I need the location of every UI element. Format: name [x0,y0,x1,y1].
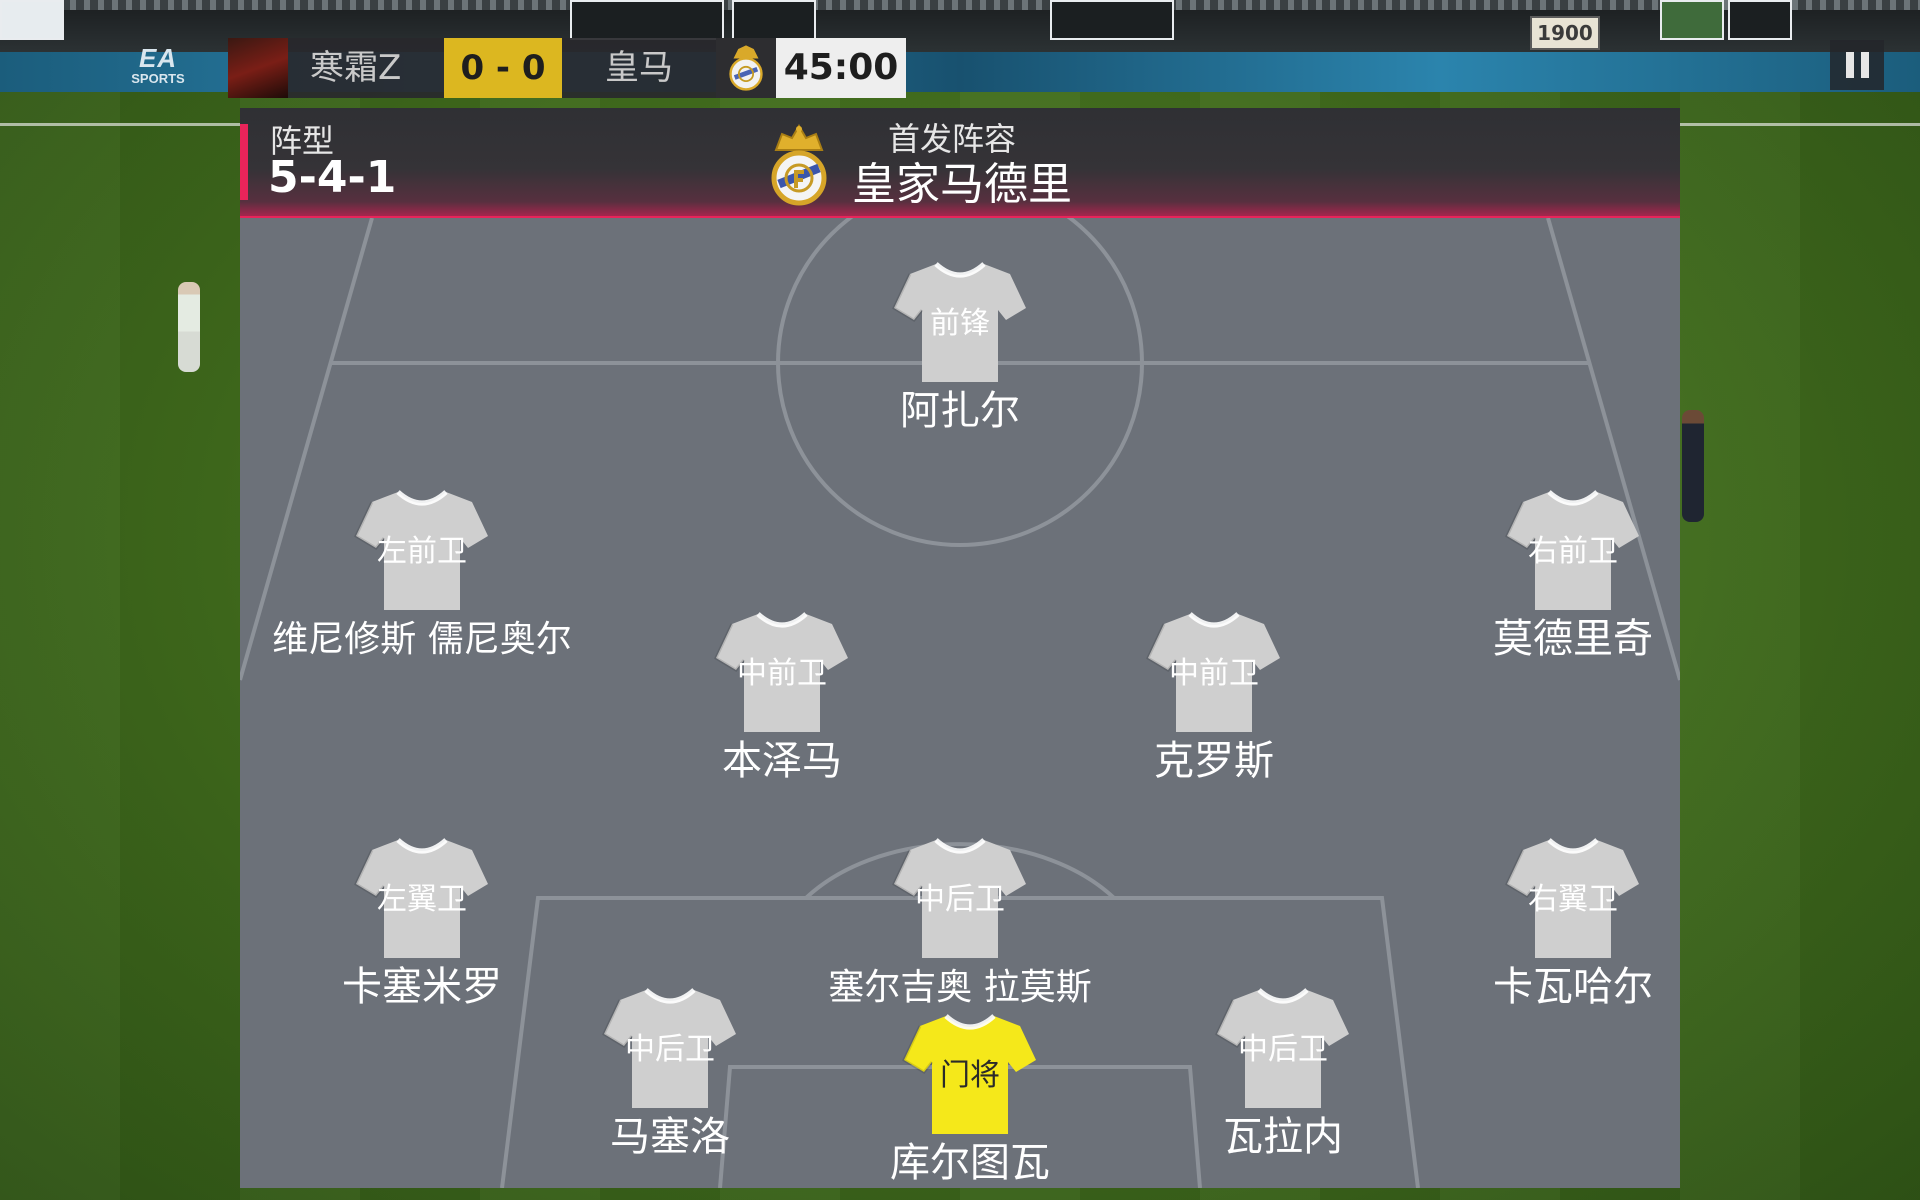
fan-flag [1660,0,1724,40]
player-position: 门将 [940,1058,1000,1093]
player-name: 莫德里奇 [1493,616,1653,662]
player-card[interactable]: 前锋 阿扎尔 [810,260,1110,434]
fan-flag [1728,0,1792,40]
scoreboard: 寒霜Z 0 - 0 皇马 45:00 [228,38,906,98]
sports-logo-text: SPORTS [131,71,185,86]
player-name: 塞尔吉奥 拉莫斯 [828,967,1092,1008]
background-player [1682,410,1704,522]
pause-button[interactable] [1830,40,1884,90]
player-card[interactable]: 左翼卫 卡塞米罗 [272,836,572,1010]
stands-railing [0,0,1920,10]
player-card-goalkeeper[interactable]: 门将 库尔图瓦 [820,1012,1120,1186]
player-name: 阿扎尔 [900,388,1020,434]
player-name: 克罗斯 [1154,738,1274,784]
background-player [178,282,200,372]
player-position: 左翼卫 [377,882,467,917]
fan-banner [570,0,724,40]
player-card[interactable]: 中后卫 瓦拉内 [1133,986,1433,1160]
away-team-name: 皇马 [562,38,716,98]
player-card[interactable]: 右前卫 莫德里奇 [1423,488,1680,662]
player-card[interactable]: 中后卫 马塞洛 [520,986,820,1160]
ea-logo-text: EA [138,43,178,73]
player-name: 马塞洛 [610,1114,730,1160]
player-position: 左前卫 [377,534,467,569]
match-score: 0 - 0 [444,38,562,98]
ea-sports-logo: EA SPORTS [128,44,188,92]
player-position: 右翼卫 [1528,882,1618,917]
fan-banner [1050,0,1174,40]
player-position: 中前卫 [1169,656,1259,691]
header-accent-bar [240,124,248,200]
away-team-crest-icon [716,38,776,98]
team-name: 皇家马德里 [852,159,1072,210]
player-position: 中后卫 [625,1032,715,1067]
fan-flag [0,0,64,40]
player-position: 前锋 [930,306,990,341]
lineup-panel: 阵型 5-4-1 首发阵容 皇家马德里 前锋阿扎尔左前卫维尼修斯 儒尼奥尔 右前卫… [240,108,1680,1188]
lineup-header: 阵型 5-4-1 首发阵容 皇家马德里 [240,108,1680,218]
player-name: 库尔图瓦 [890,1140,1050,1186]
fan-banner [732,0,816,40]
pause-icon [1845,52,1854,78]
player-name: 瓦拉内 [1223,1114,1343,1160]
year-sign: 1900 [1530,16,1600,50]
player-position: 中前卫 [737,656,827,691]
player-name: 本泽马 [722,738,842,784]
player-position: 右前卫 [1528,534,1618,569]
player-card[interactable]: 右翼卫 卡瓦哈尔 [1423,836,1680,1010]
player-card[interactable]: 中后卫塞尔吉奥 拉莫斯 [810,836,1110,1008]
formation-value: 5-4-1 [268,152,397,203]
pause-icon-bar [1860,52,1869,78]
player-name: 维尼修斯 儒尼奥尔 [272,619,572,660]
player-card[interactable]: 中前卫 克罗斯 [1064,610,1364,784]
player-avatar [228,38,288,98]
match-timer: 45:00 [776,38,906,98]
player-card[interactable]: 左前卫维尼修斯 儒尼奥尔 [272,488,572,660]
home-team-name: 寒霜Z [288,38,444,98]
player-position: 中后卫 [1238,1032,1328,1067]
player-name: 卡瓦哈尔 [1493,964,1653,1010]
player-position: 中后卫 [915,882,1005,917]
real-madrid-crest-icon [771,124,827,206]
player-card[interactable]: 中前卫 本泽马 [632,610,932,784]
